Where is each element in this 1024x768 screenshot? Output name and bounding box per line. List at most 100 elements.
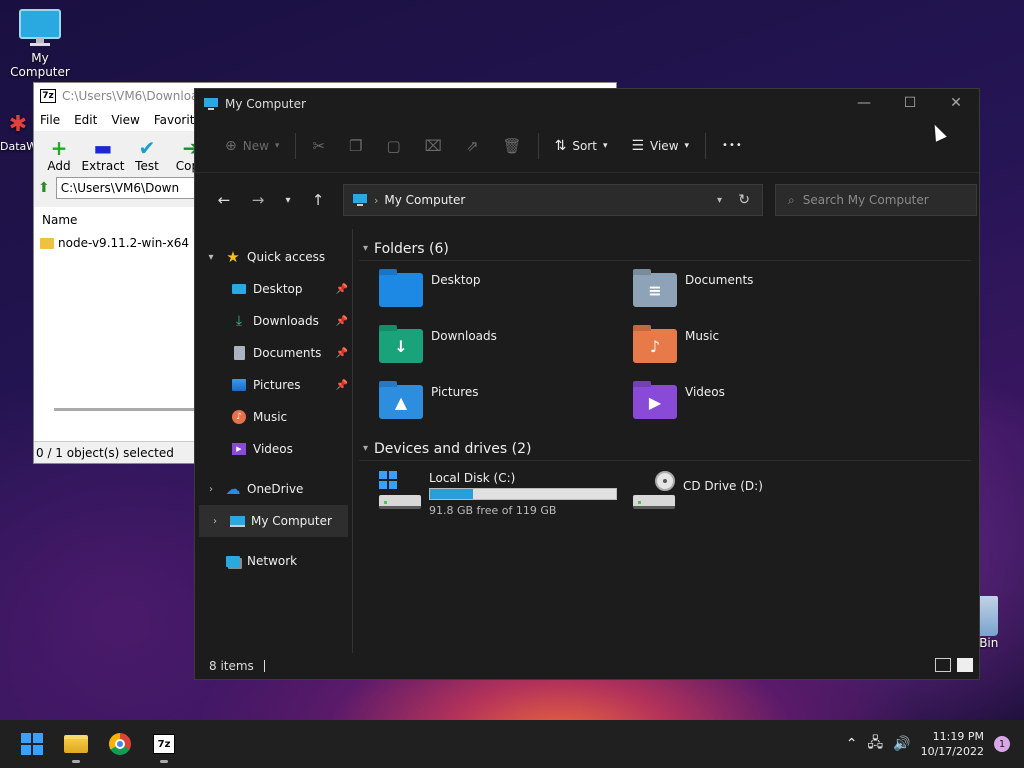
trash-icon: 🗑 (502, 136, 522, 155)
share-icon: ⇗ (465, 136, 479, 155)
sort-icon: ⇅ (554, 137, 567, 154)
chevron-up-icon[interactable]: ⌃ (846, 736, 858, 752)
folder-symbol: ≡ (648, 280, 662, 300)
back-button[interactable]: ← (207, 185, 241, 215)
nav-item-label: My Computer (251, 514, 332, 528)
paste-button[interactable]: ▢ (374, 130, 412, 162)
chevron-down-icon[interactable]: ▾ (717, 195, 722, 206)
drives-group-header[interactable]: ▾ Devices and drives (2) (359, 437, 971, 461)
7zip-horizontal-scrollbar[interactable] (54, 408, 204, 411)
sort-button[interactable]: ⇅ Sort ▾ (543, 130, 620, 162)
nav-item-onedrive[interactable]: › ☁ OneDrive (195, 473, 352, 505)
music-folder-icon: ♪ (633, 329, 677, 363)
details-view-button[interactable] (935, 658, 951, 672)
close-button[interactable]: ✕ (933, 89, 979, 117)
7zip-menu-view[interactable]: View (111, 113, 139, 127)
view-button[interactable]: ☰ View ▾ (619, 130, 701, 162)
taskbar-file-explorer[interactable] (58, 724, 94, 764)
chrome-icon (109, 733, 131, 755)
hard-drive-icon (379, 471, 423, 511)
monitor-icon (229, 513, 245, 529)
folder-tile-documents[interactable]: ≡ Documents (633, 265, 887, 321)
search-input[interactable] (802, 193, 963, 207)
7zip-extract-button[interactable]: ▬ Extract (82, 136, 125, 173)
up-button[interactable]: ↑ (301, 185, 335, 215)
nav-item-my-computer[interactable]: › My Computer (199, 505, 348, 537)
share-button[interactable]: ⇗ (454, 130, 491, 162)
delete-button[interactable]: 🗑 (491, 130, 534, 162)
status-bar: 8 items (195, 653, 979, 679)
chevron-right-icon[interactable]: › (197, 484, 225, 495)
search-box[interactable]: ⌕ (775, 184, 977, 216)
chevron-down-icon: ▾ (602, 140, 608, 151)
rename-button[interactable]: ⌧ (413, 130, 454, 162)
large-icons-view-button[interactable] (957, 658, 973, 672)
recent-locations-button[interactable]: ▾ (275, 185, 301, 215)
nav-item-pictures[interactable]: Pictures 📌 (195, 369, 352, 401)
nav-item-label: Music (253, 410, 288, 424)
notification-badge[interactable]: 1 (994, 736, 1010, 752)
nav-item-videos[interactable]: ▶ Videos (195, 433, 352, 465)
new-button[interactable]: ⊕ New ▾ (213, 130, 291, 162)
pin-icon: 📌 (335, 315, 348, 327)
folder-tile-music[interactable]: ♪ Music (633, 321, 887, 377)
folder-tile-videos[interactable]: ▶ Videos (633, 377, 887, 433)
copy-button[interactable]: ❐ (337, 130, 374, 162)
chevron-right-icon[interactable]: › (201, 516, 229, 527)
drive-tile-c[interactable]: Local Disk (C:) 91.8 GB free of 119 GB (379, 467, 633, 517)
folder-tile-desktop[interactable]: Desktop (379, 265, 633, 321)
7zip-title: C:\Users\VM6\Download (62, 89, 206, 103)
extract-icon: ▬ (93, 136, 113, 160)
volume-icon[interactable]: 🔊 (893, 736, 910, 752)
refresh-icon[interactable]: ↻ (738, 192, 750, 208)
7zip-menu-file[interactable]: File (40, 113, 60, 127)
cut-button[interactable]: ✂ (300, 130, 337, 162)
clipboard-icon: ▢ (386, 136, 401, 155)
up-folder-icon[interactable]: ⬆ (38, 180, 50, 196)
group-title: Devices and drives (2) (374, 440, 532, 457)
folder-symbol: ↓ (394, 336, 408, 356)
divider (537, 132, 539, 159)
folder-tile-pictures[interactable]: ▲ Pictures (379, 377, 633, 433)
taskbar-chrome[interactable] (102, 724, 138, 764)
nav-item-desktop[interactable]: Desktop 📌 (195, 273, 352, 305)
maximize-button[interactable]: ☐ (887, 89, 933, 117)
folders-group-header[interactable]: ▾ Folders (6) (359, 237, 971, 261)
forward-button[interactable]: → (241, 185, 275, 215)
network-status-icon[interactable]: 🖧 (868, 732, 884, 756)
nav-item-music[interactable]: ♪ Music (195, 401, 352, 433)
folder-label: Documents (685, 273, 754, 287)
nav-item-quick-access[interactable]: ▾ ★ Quick access (195, 241, 352, 273)
system-tray: ⌃ 🖧 🔊 11:19 PM 10/17/2022 1 (846, 720, 1024, 768)
videos-folder-icon: ▶ (633, 385, 677, 419)
explorer-titlebar[interactable]: My Computer — ☐ ✕ (195, 89, 979, 119)
desktop-icon (231, 281, 247, 297)
minimize-button[interactable]: — (841, 89, 887, 117)
item-count: 8 items (209, 659, 254, 673)
document-icon (231, 345, 247, 361)
clock[interactable]: 11:19 PM 10/17/2022 (921, 729, 984, 759)
start-button[interactable] (14, 724, 50, 764)
plus-circle-icon: ⊕ (225, 137, 237, 154)
7zip-add-button[interactable]: + Add (42, 137, 76, 173)
folder-tile-downloads[interactable]: ↓ Downloads (379, 321, 633, 377)
taskbar-7zip[interactable]: 7z (146, 724, 182, 764)
pictures-folder-icon: ▲ (379, 385, 423, 419)
address-crumb[interactable]: My Computer (384, 193, 465, 207)
7zip-menu-edit[interactable]: Edit (74, 113, 97, 127)
more-options-button[interactable]: ••• (710, 130, 755, 162)
list-item-label: node-v9.11.2-win-x64 (58, 236, 190, 250)
add-icon: + (50, 136, 68, 160)
chevron-down-icon[interactable]: ▾ (197, 252, 225, 263)
desktop-icon-dataw[interactable]: ✱ DataW (0, 110, 36, 153)
folder-label: Desktop (431, 273, 481, 287)
arrow-left-icon: ← (217, 191, 231, 209)
7zip-tool-label: Test (135, 159, 159, 173)
nav-item-downloads[interactable]: ⤓ Downloads 📌 (195, 305, 352, 337)
7zip-test-button[interactable]: ✔ Test (130, 137, 164, 173)
drive-tile-d[interactable]: CD Drive (D:) (633, 467, 887, 517)
address-bar[interactable]: › My Computer ▾ ↻ (343, 184, 763, 216)
nav-item-documents[interactable]: Documents 📌 (195, 337, 352, 369)
nav-item-network[interactable]: Network (195, 545, 352, 577)
desktop-icon-my-computer[interactable]: My Computer (0, 8, 80, 79)
